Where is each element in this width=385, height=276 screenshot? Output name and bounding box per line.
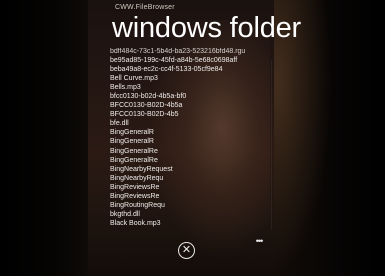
- background-left: [0, 0, 88, 276]
- file-item[interactable]: BingReviewsRe: [110, 183, 270, 192]
- page-title: windows folder: [112, 12, 302, 44]
- file-item[interactable]: BingNearbyRequest: [110, 165, 270, 174]
- file-item[interactable]: BingGeneralR: [110, 137, 270, 146]
- file-item[interactable]: bfe.dll: [110, 119, 270, 128]
- file-item[interactable]: BingRoutingRequ: [110, 201, 270, 210]
- file-item[interactable]: bfcc0130-b02d-4b5a-bf0: [110, 92, 270, 101]
- file-item[interactable]: bkgthd.dll: [110, 210, 270, 219]
- file-item[interactable]: BingNearbyRequ: [110, 174, 270, 183]
- file-item[interactable]: Bells.mp3: [110, 83, 270, 92]
- file-item[interactable]: bdff484c-73c1-5b4d-ba23-523216bfd48.rgu: [110, 47, 270, 56]
- file-item[interactable]: BFCC0130-B02D-4b5a: [110, 101, 270, 110]
- file-item[interactable]: BingReviewsRe: [110, 192, 270, 201]
- phone-photo: CWW.FileBrowser windows folder bdff484c-…: [0, 0, 385, 276]
- close-button[interactable]: ✕: [178, 242, 195, 259]
- ellipsis-icon: •••: [255, 236, 264, 246]
- file-item[interactable]: be95ad85-199c-45fd-a84b-5e68c0698aff: [110, 56, 270, 65]
- file-item[interactable]: Bell Curve.mp3: [110, 74, 270, 83]
- file-item[interactable]: BFCC0130-B02D-4b5: [110, 110, 270, 119]
- file-item[interactable]: BingGeneralR: [110, 128, 270, 137]
- scrollbar[interactable]: [271, 60, 272, 230]
- file-item[interactable]: beba49a8-ec2c-cc4f-5133-05cf9e84: [110, 65, 270, 74]
- file-list: bdff484c-73c1-5b4d-ba23-523216bfd48.rgu …: [110, 47, 270, 228]
- close-icon: ✕: [181, 244, 192, 256]
- file-item[interactable]: BingGeneralRe: [110, 147, 270, 156]
- file-item[interactable]: Black Book.mp3: [110, 219, 270, 228]
- app-title: CWW.FileBrowser: [115, 4, 175, 11]
- more-options-button[interactable]: •••: [252, 236, 266, 246]
- file-item[interactable]: BingGeneralRe: [110, 156, 270, 165]
